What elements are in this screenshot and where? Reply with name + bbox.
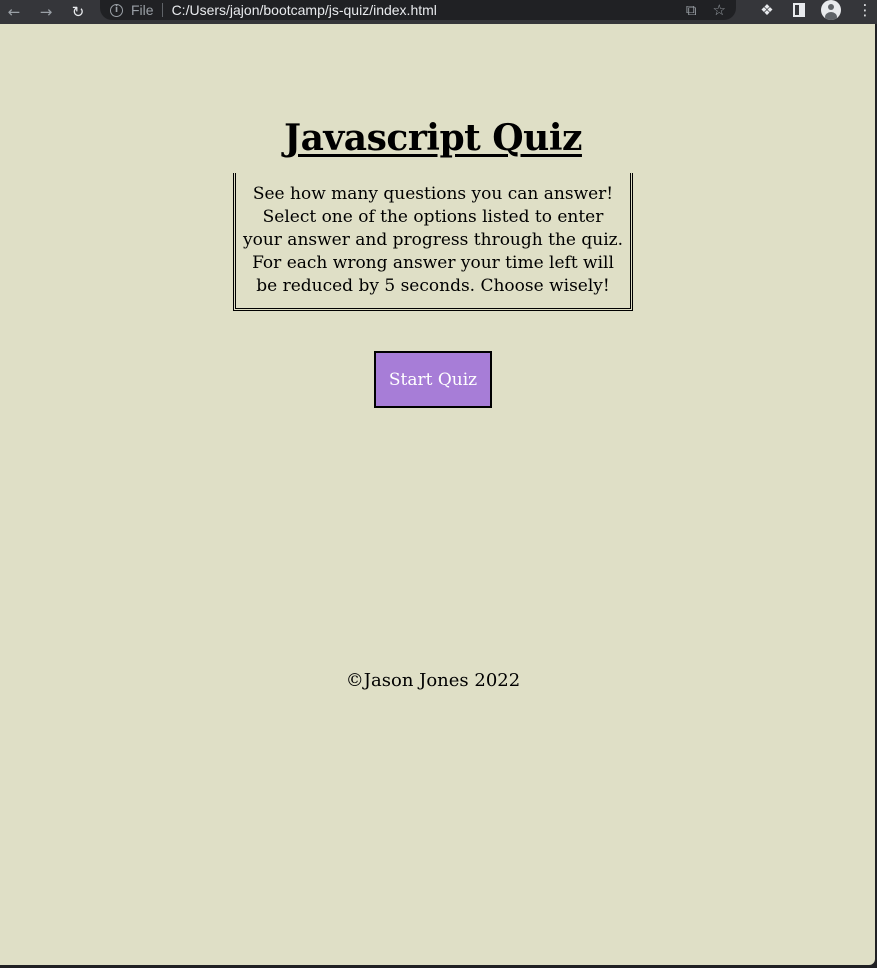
page-title: Javascript Quiz [284, 117, 582, 159]
star-icon[interactable]: ☆ [713, 2, 726, 18]
page-viewport: Javascript Quiz See how many questions y… [0, 24, 875, 965]
kebab-menu-icon[interactable]: ⋮ [853, 1, 877, 19]
intro-text: See how many questions you can answer! S… [236, 183, 630, 298]
omnibox-divider [161, 3, 163, 17]
profile-avatar-icon[interactable] [815, 0, 847, 20]
footer-copyright: ©Jason Jones 2022 [345, 670, 521, 691]
back-arrow-icon[interactable]: ← [2, 2, 26, 22]
intro-box: See how many questions you can answer! S… [233, 173, 633, 311]
url-text[interactable]: C:/Users/jajon/bootcamp/js-quiz/index.ht… [172, 2, 437, 18]
scheme-label: File [131, 2, 154, 18]
puzzle-icon[interactable]: ❖ [751, 2, 783, 18]
browser-window: ← → ↻ i File C:/Users/jajon/bootcamp/js-… [0, 0, 877, 968]
forward-arrow-icon[interactable]: → [34, 2, 58, 22]
intro-line: For each wrong answer your time left wil… [252, 253, 614, 273]
intro-line: Select one of the options listed to ente… [262, 207, 604, 227]
toolbar-actions: ❖ ⋮ [751, 0, 877, 20]
browser-toolbar: ← → ↻ i File C:/Users/jajon/bootcamp/js-… [0, 0, 877, 24]
reload-icon[interactable]: ↻ [66, 2, 90, 22]
address-bar[interactable]: i File C:/Users/jajon/bootcamp/js-quiz/i… [100, 0, 736, 20]
start-quiz-button[interactable]: Start Quiz [374, 351, 492, 408]
intro-line: be reduced by 5 seconds. Choose wisely! [256, 276, 610, 296]
share-icon[interactable]: ⧉ [686, 2, 697, 18]
side-panel-icon[interactable] [783, 3, 815, 17]
omnibox-actions: ⧉ ☆ [686, 0, 726, 20]
info-icon[interactable]: i [110, 3, 123, 17]
intro-line: your answer and progress through the qui… [242, 230, 623, 250]
intro-line: See how many questions you can answer! [252, 184, 614, 204]
